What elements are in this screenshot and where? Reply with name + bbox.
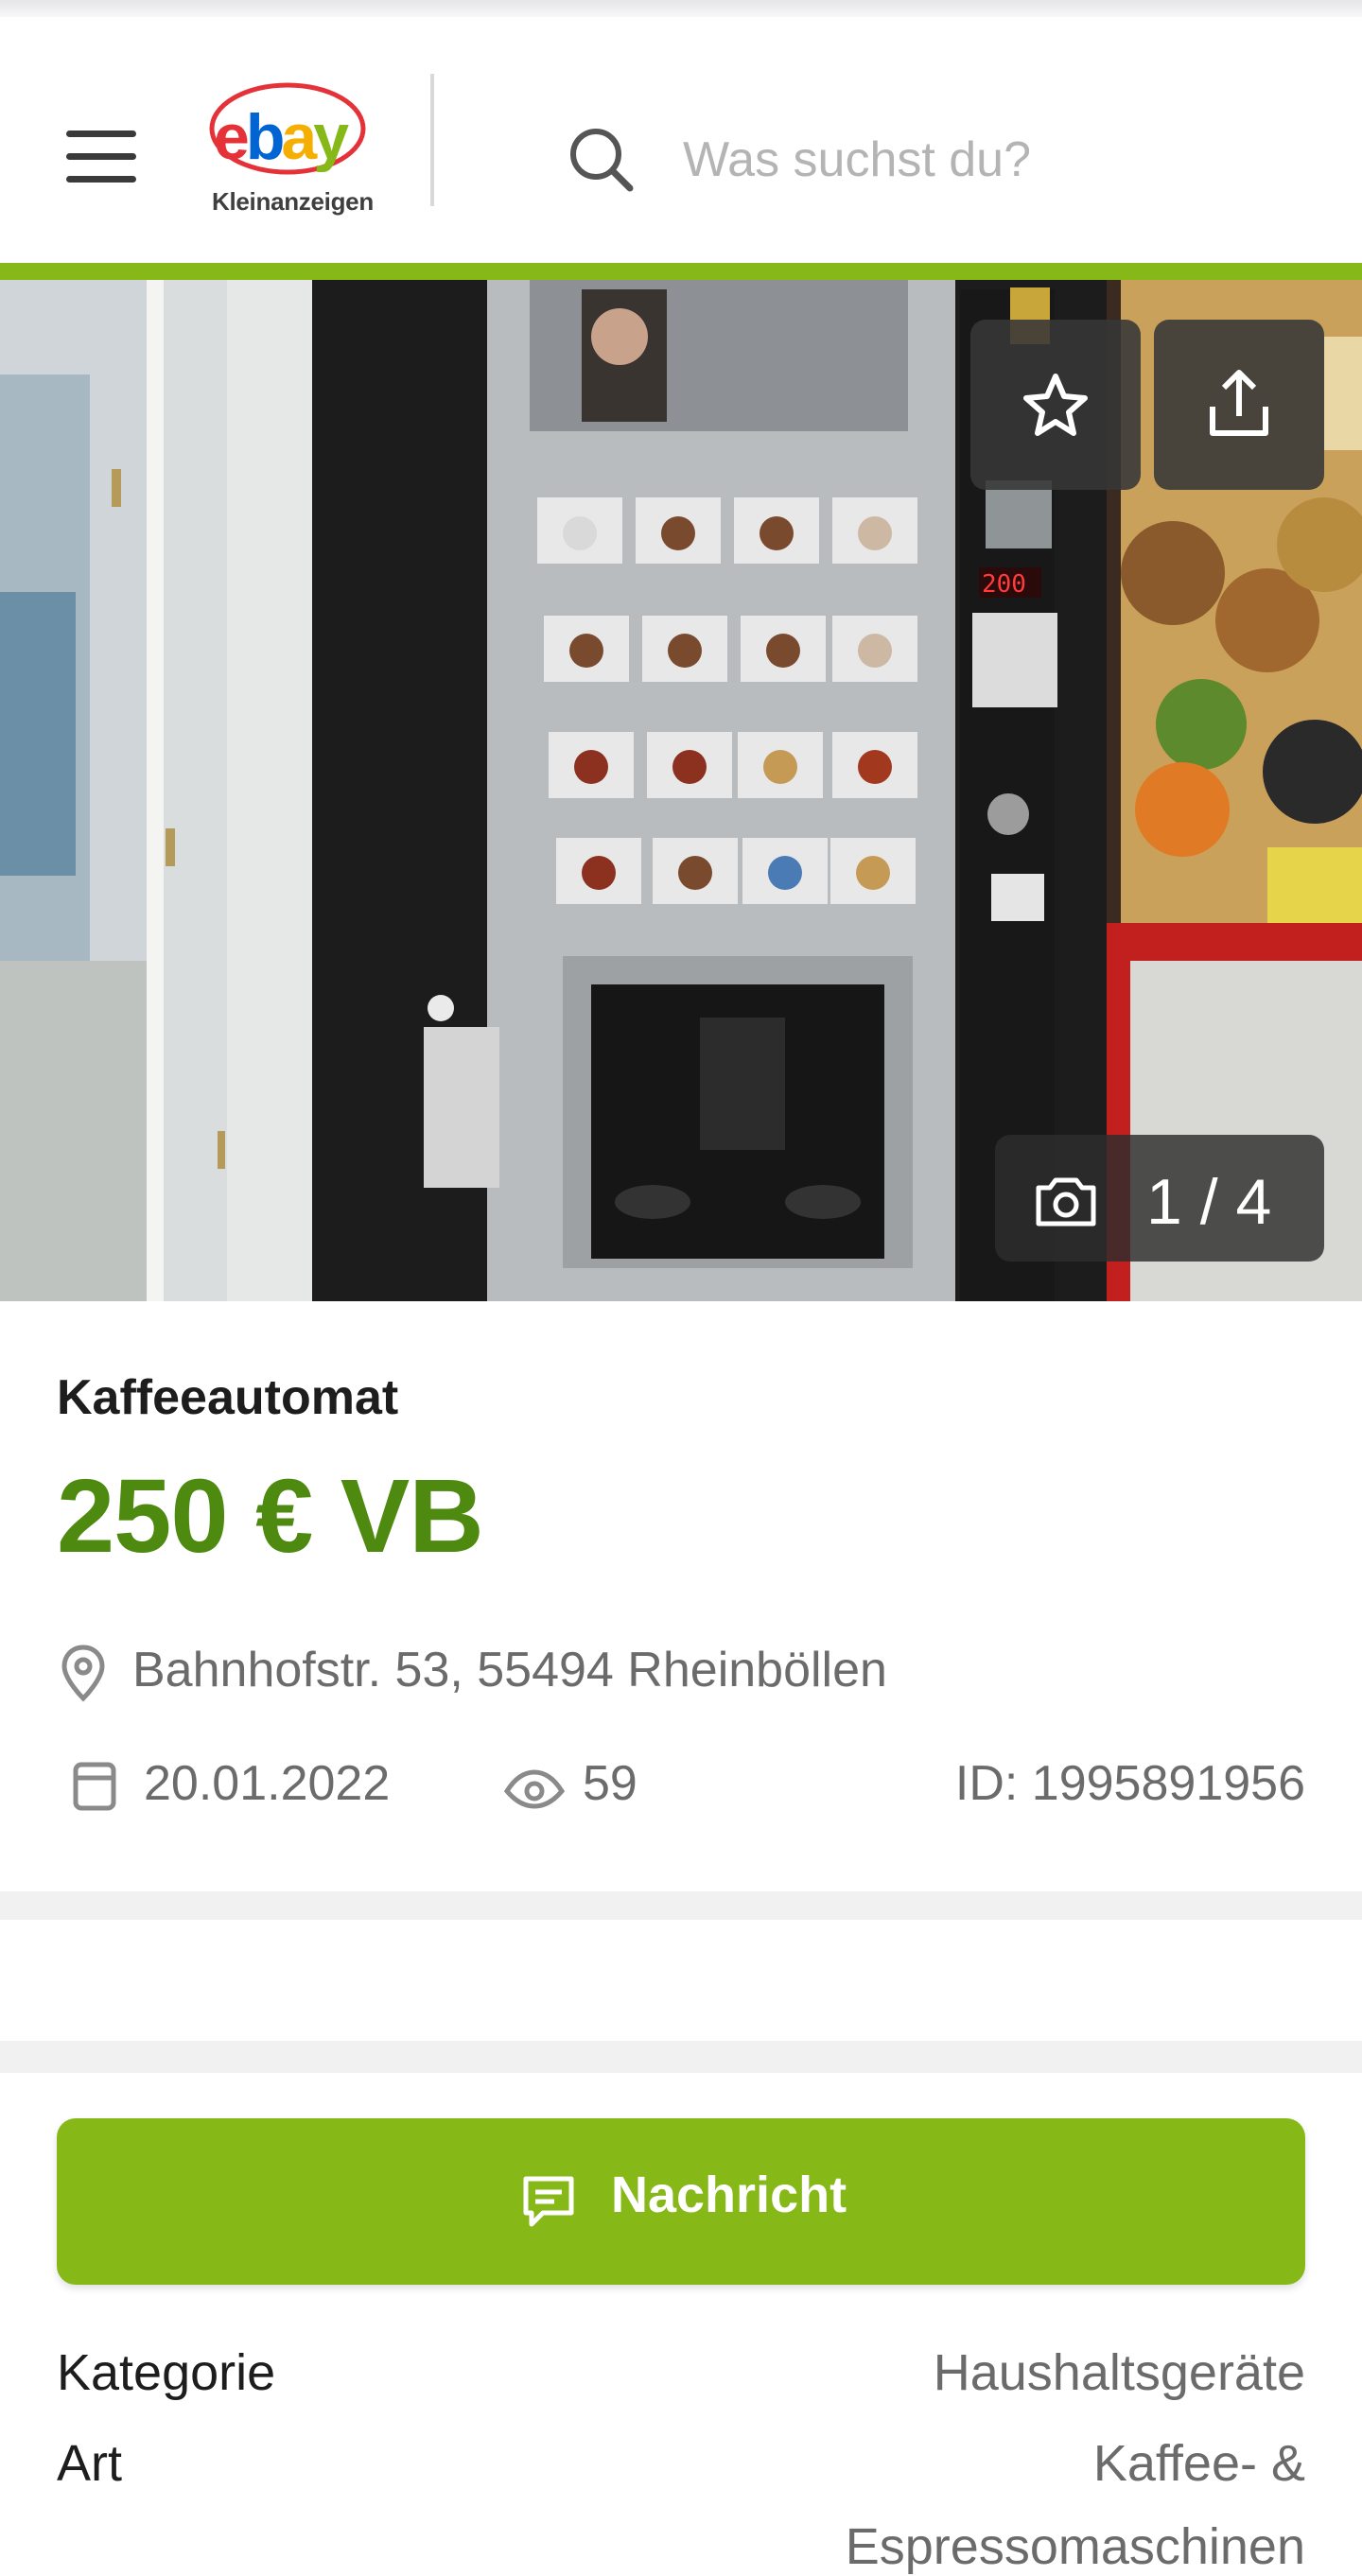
search-input[interactable] — [681, 116, 1309, 203]
share-button[interactable] — [1154, 320, 1324, 490]
detail-value-art-continued[interactable]: Espressomaschinen — [846, 2517, 1305, 2576]
location-row[interactable]: Bahnhofstr. 53, 55494 Rheinböllen — [57, 1636, 1305, 1702]
listing-title: Kaffeeautomat — [57, 1370, 399, 1425]
header-divider — [430, 74, 434, 206]
meta-row: 20.01.2022 59 ID: 1995891956 — [57, 1751, 1305, 1818]
share-icon — [1210, 370, 1268, 436]
logo-subtitle: Kleinanzeigen — [212, 187, 374, 216]
machine-price-display: 200 — [982, 570, 1026, 599]
logo-word: ebay — [214, 100, 349, 174]
eye-icon — [503, 1769, 566, 1809]
detail-value-kategorie[interactable]: Haushaltsgeräte — [934, 2343, 1305, 2402]
section-divider — [0, 1891, 1362, 1920]
camera-icon — [1036, 1177, 1096, 1227]
favorite-button[interactable] — [970, 320, 1141, 490]
message-icon — [523, 2176, 574, 2227]
accent-bar — [0, 263, 1362, 280]
listing-price: 250 € VB — [57, 1458, 484, 1575]
listing-address: Bahnhofstr. 53, 55494 Rheinböllen — [132, 1643, 887, 1697]
listing-date: 20.01.2022 — [144, 1756, 391, 1811]
logo-letter-y: y — [313, 101, 349, 173]
hamburger-menu-icon[interactable] — [57, 112, 148, 202]
logo-letter-a: a — [281, 101, 317, 173]
search-icon — [570, 129, 634, 192]
calendar-icon — [73, 1762, 116, 1811]
ebay-kleinanzeigen-logo[interactable]: ebay Kleinanzeigen — [206, 74, 376, 225]
photo-counter[interactable]: 1 / 4 — [995, 1135, 1324, 1262]
header: ebay Kleinanzeigen — [0, 17, 1362, 263]
star-icon — [1023, 374, 1088, 436]
search-bar[interactable] — [558, 107, 1334, 211]
view-count: 59 — [583, 1756, 637, 1811]
logo-letter-e: e — [214, 101, 250, 173]
photo-counter-text: 1 / 4 — [1146, 1166, 1272, 1238]
message-button-label: Nachricht — [611, 2167, 847, 2223]
detail-label-kategorie: Kategorie — [57, 2344, 276, 2401]
message-button[interactable]: Nachricht — [57, 2118, 1305, 2285]
status-strip — [0, 0, 1362, 17]
logo-letter-b: b — [245, 101, 285, 173]
detail-label-art: Art — [57, 2435, 123, 2492]
section-divider — [0, 2041, 1362, 2073]
detail-value-art[interactable]: Kaffee- & — [1093, 2434, 1305, 2493]
location-pin-icon — [61, 1645, 105, 1702]
listing-id: ID: 1995891956 — [954, 1756, 1305, 1811]
